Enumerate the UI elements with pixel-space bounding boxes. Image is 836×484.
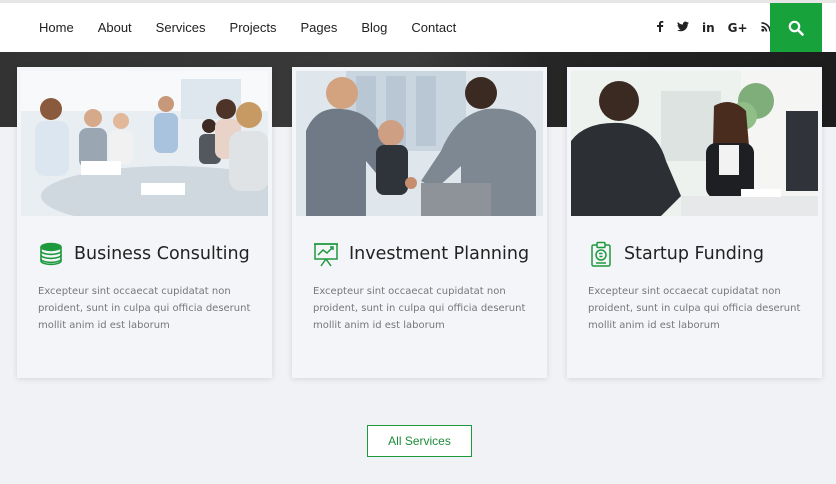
nav-item-home[interactable]: Home — [39, 20, 74, 35]
card-description: Excepteur sint occaecat cupidatat non pr… — [588, 286, 801, 331]
nav-item-contact[interactable]: Contact — [411, 20, 456, 35]
nav-menu: Home About Services Projects Pages Blog … — [39, 3, 456, 52]
all-services-button[interactable]: All Services — [367, 425, 472, 457]
social-links: in G+ — [656, 3, 772, 52]
service-card-startup-funding[interactable]: Startup Funding Excepteur sint occaecat … — [567, 67, 822, 378]
card-description: Excepteur sint occaecat cupidatat non pr… — [38, 286, 251, 331]
card-title: Startup Funding — [624, 244, 764, 264]
nav-item-blog[interactable]: Blog — [361, 20, 387, 35]
service-card-business-consulting[interactable]: Business Consulting Excepteur sint occae… — [17, 67, 272, 378]
service-photo-meeting — [21, 71, 268, 216]
linkedin-icon[interactable]: in — [702, 21, 715, 35]
navbar: Home About Services Projects Pages Blog … — [0, 0, 836, 52]
card-title-row: Business Consulting — [38, 241, 250, 267]
service-card-investment-planning[interactable]: Investment Planning Excepteur sint occae… — [292, 67, 547, 378]
nav-item-pages[interactable]: Pages — [301, 20, 338, 35]
card-title-row: Startup Funding — [588, 241, 764, 267]
nav-item-about[interactable]: About — [98, 20, 132, 35]
search-icon — [788, 20, 804, 36]
nav-item-services[interactable]: Services — [156, 20, 206, 35]
nav-item-projects[interactable]: Projects — [230, 20, 277, 35]
twitter-icon[interactable] — [677, 21, 689, 35]
card-title-row: Investment Planning — [313, 241, 529, 267]
card-title: Investment Planning — [349, 244, 530, 264]
service-photo-office-meeting — [571, 71, 818, 216]
search-button[interactable] — [770, 3, 822, 52]
card-description: Excepteur sint occaecat cupidatat non pr… — [313, 286, 526, 331]
presentation-chart-icon — [314, 243, 338, 267]
service-photo-handshake — [296, 71, 543, 216]
clipboard-funding-icon — [591, 241, 611, 267]
coins-icon — [40, 242, 62, 266]
facebook-icon[interactable] — [656, 20, 664, 35]
card-title: Business Consulting — [74, 244, 250, 264]
googleplus-icon[interactable]: G+ — [728, 21, 748, 35]
